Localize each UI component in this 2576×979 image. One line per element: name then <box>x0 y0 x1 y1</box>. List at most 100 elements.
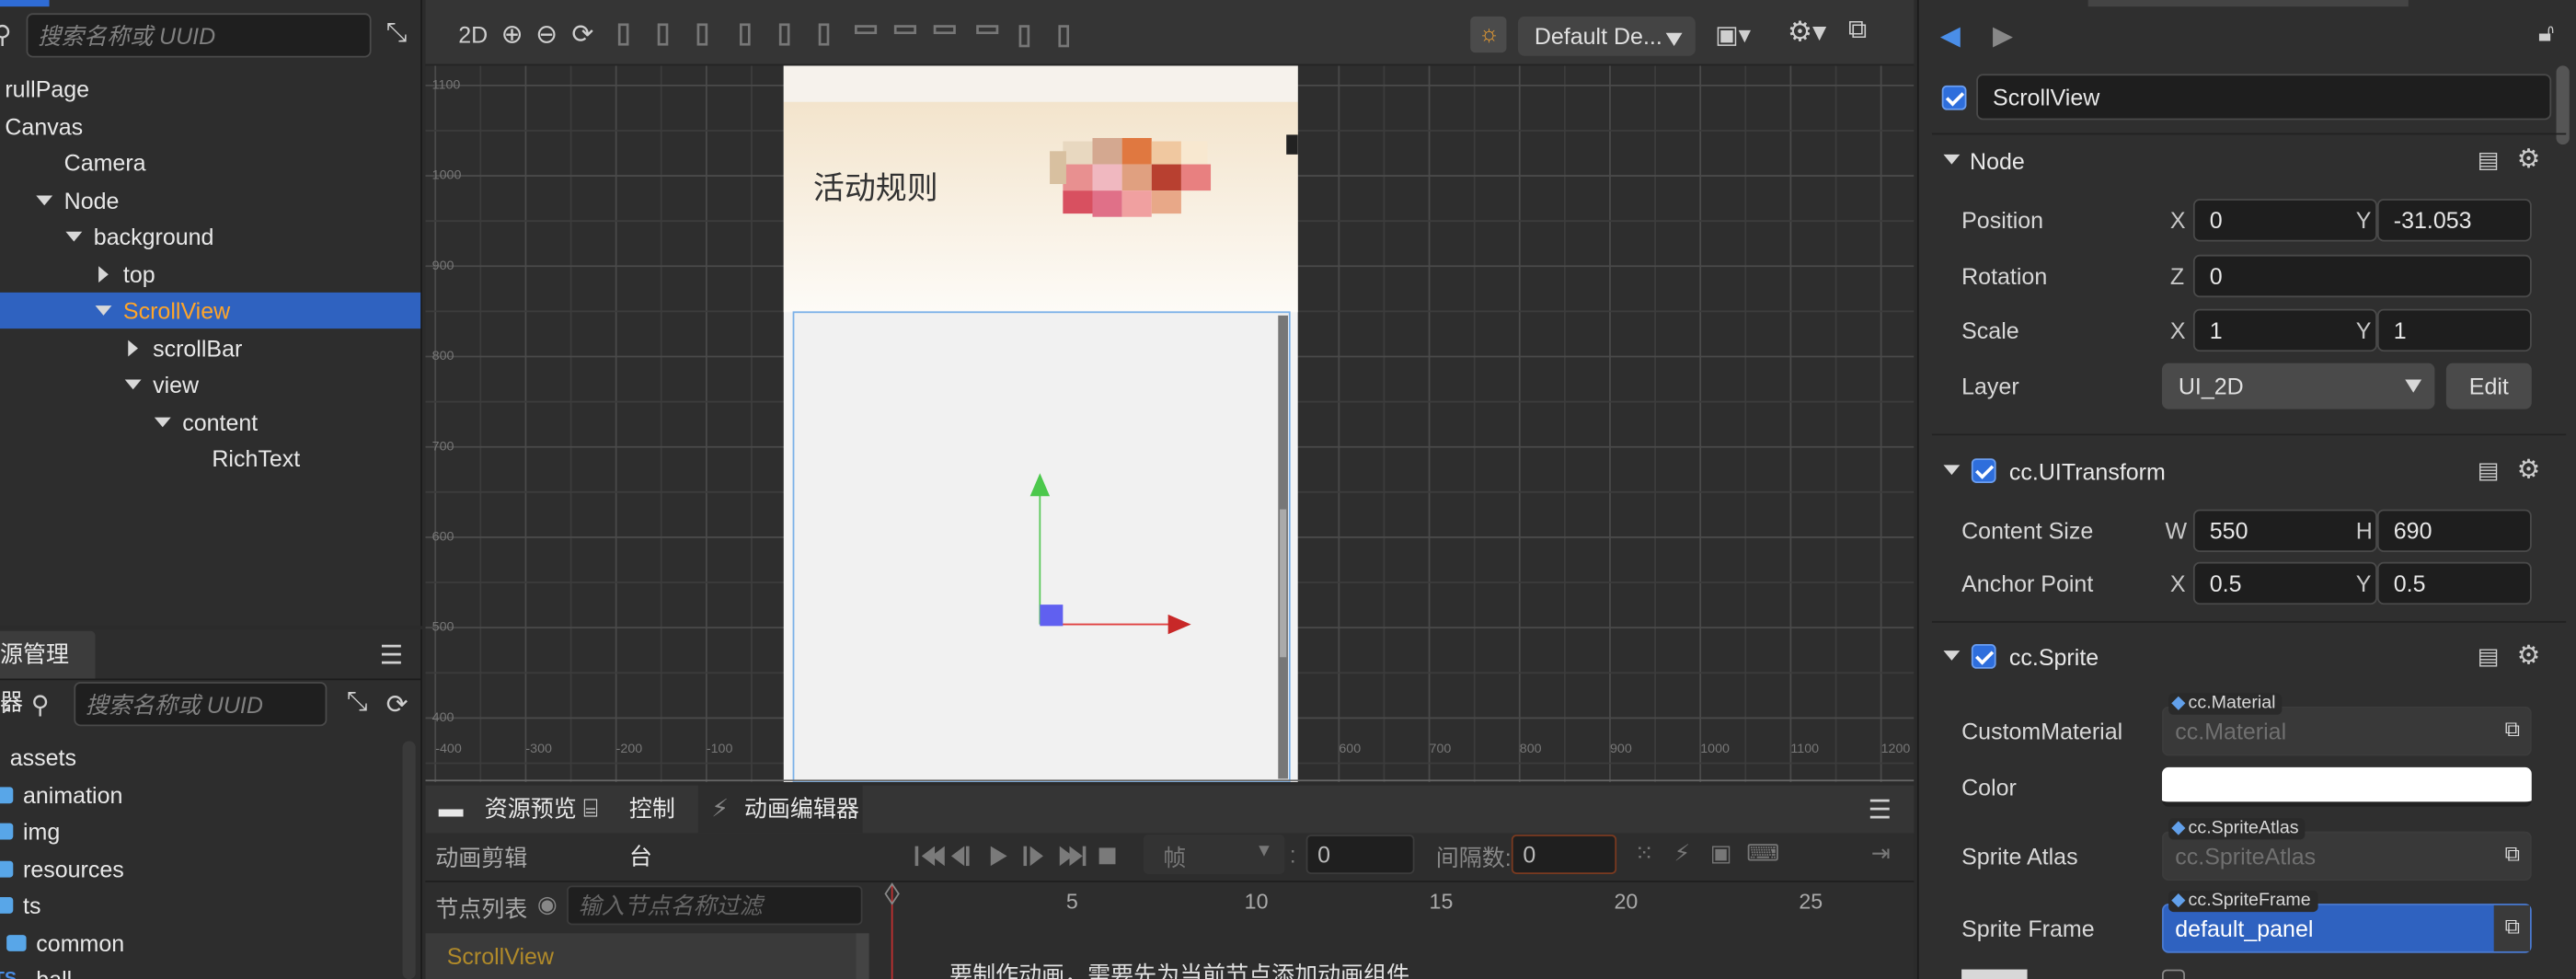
layer-dropdown[interactable]: UI_2D <box>2161 363 2435 409</box>
gear-icon[interactable]: ⚙ <box>2517 639 2541 673</box>
tree-node[interactable]: background <box>0 218 420 254</box>
tab-console[interactable]: ⌸ 控制台 <box>583 786 695 869</box>
align-tools[interactable] <box>613 19 1106 49</box>
tree-node[interactable]: RichText <box>0 441 420 477</box>
sort-icon[interactable]: ⇂ <box>0 690 14 720</box>
chevron-down-icon[interactable] <box>94 293 113 328</box>
asset-item[interactable]: img <box>0 813 401 849</box>
content-width-input[interactable]: 550 <box>2192 509 2377 552</box>
tree-node[interactable]: top <box>0 256 420 292</box>
scale-x-input[interactable]: 1 <box>2192 308 2377 352</box>
chevron-down-icon[interactable] <box>153 403 172 439</box>
anchor-y-input[interactable]: 0.5 <box>2376 561 2532 605</box>
layout-icon[interactable]: ⧉ <box>1848 17 1867 46</box>
layer-edit-button[interactable]: Edit <box>2445 363 2532 409</box>
chevron-right-icon[interactable] <box>94 256 113 292</box>
tab-asset-preview[interactable]: ▬ 资源预览 <box>439 786 581 834</box>
search-type-icon[interactable]: ⚲ <box>31 690 50 720</box>
asset-item[interactable]: common <box>0 924 401 960</box>
lock-icon[interactable]: 🔓︎ <box>2538 19 2554 47</box>
frame-unit-select[interactable]: 帧 ▼ <box>1143 835 1285 874</box>
chevron-down-icon[interactable] <box>123 366 143 402</box>
reset-view-icon[interactable]: ⟳ <box>571 18 593 52</box>
uitransform-enabled-checkbox[interactable] <box>1971 458 1996 483</box>
next-checkbox[interactable] <box>2161 969 2185 979</box>
back-icon[interactable]: ◀ <box>1940 19 1961 52</box>
asset-item[interactable]: assets <box>0 740 401 776</box>
tree-node[interactable]: view <box>0 366 420 402</box>
refresh-icon[interactable]: ⟳ <box>386 688 408 721</box>
tab-assets[interactable]: 源管理器 <box>0 630 96 715</box>
scale-y-input[interactable]: 1 <box>2376 308 2532 352</box>
rotation-z-input[interactable]: 0 <box>2192 254 2532 298</box>
frame-input[interactable]: 0 <box>1305 835 1415 874</box>
camera-dropdown[interactable]: Default De... <box>1517 16 1696 56</box>
node-item-row[interactable]: ScrollView <box>425 933 857 979</box>
menu-icon[interactable]: ☰ <box>1868 793 1892 826</box>
gear-icon[interactable]: ⚙ <box>2517 454 2541 487</box>
position-y-input[interactable]: -31.053 <box>2376 199 2532 242</box>
grid-dots-icon[interactable]: ⁙ <box>1635 839 1654 867</box>
node-active-checkbox[interactable] <box>1941 85 1967 110</box>
gear-icon[interactable]: ⚙▾ <box>1788 17 1826 50</box>
content-height-input[interactable]: 690 <box>2376 509 2532 552</box>
asset-item[interactable]: ts <box>0 887 401 923</box>
pick-icon[interactable]: ⧉ <box>2505 841 2521 868</box>
color-swatch[interactable] <box>2161 766 2532 807</box>
chevron-down-icon[interactable] <box>64 218 84 254</box>
assets-search-input[interactable]: 搜索名称或 UUID <box>74 682 328 727</box>
pick-icon[interactable]: ⧉ <box>2505 717 2521 743</box>
asset-item[interactable]: resources <box>0 850 401 886</box>
node-name-input[interactable]: ScrollView <box>1976 74 2552 121</box>
zoom-out-icon[interactable]: ⊖ <box>535 18 558 52</box>
node-filter-placeholder: 输入节点名称过滤 <box>578 892 763 919</box>
collapse-all-icon[interactable]: ⤡ <box>386 19 408 49</box>
forward-icon[interactable]: ▶ <box>1993 19 2013 52</box>
flash-icon[interactable]: ⚡ <box>1674 839 1691 867</box>
hierarchy-search-input[interactable]: 搜索名称或 UUID <box>26 13 372 58</box>
tree-node[interactable]: content <box>0 403 420 439</box>
asset-item[interactable]: TS ball <box>0 962 401 979</box>
axis-y: Y <box>2355 570 2372 597</box>
node-filter-input[interactable]: 输入节点名称过滤 <box>567 885 863 926</box>
tree-node[interactable]: ScrollView <box>0 292 421 329</box>
help-book-icon[interactable]: ▤ <box>2478 146 2500 174</box>
position-x-input[interactable]: 0 <box>2192 199 2377 242</box>
gear-icon[interactable]: ⚙ <box>2517 143 2541 176</box>
exit-icon[interactable]: ⇥ <box>1871 839 1891 867</box>
tree-node[interactable]: Node <box>0 181 420 217</box>
asset-item[interactable]: animation <box>0 777 401 812</box>
playback-controls[interactable] <box>912 843 1125 870</box>
help-book-icon[interactable]: ▤ <box>2478 642 2500 670</box>
ruler-x-label: -100 <box>707 742 733 756</box>
assets-scrollbar[interactable] <box>402 741 416 979</box>
search-icon[interactable]: ⚲ <box>0 19 11 49</box>
save-icon[interactable]: ▣ <box>1710 839 1732 867</box>
mode-2d-toggle[interactable]: 2D <box>458 21 488 48</box>
keyboard-icon[interactable]: ⌨ <box>1746 839 1779 867</box>
chevron-right-icon[interactable] <box>123 329 143 365</box>
scene-viewport[interactable]: 1100 1000 900 800 700 600 500 400 -400 -300 -200 -1… <box>425 65 1915 782</box>
zoom-in-icon[interactable]: ⊕ <box>501 18 523 52</box>
anchor-x-input[interactable]: 0.5 <box>2192 561 2377 605</box>
tree-node[interactable]: rullPage <box>0 71 420 107</box>
lighting-toggle[interactable]: ☼ <box>1470 16 1507 53</box>
menu-icon[interactable]: ☰ <box>379 639 403 673</box>
pick-icon[interactable]: ⧉ <box>2505 914 2521 940</box>
interval-input[interactable]: 0 <box>1511 835 1617 874</box>
collapse-icon[interactable]: ⤡ <box>347 688 368 718</box>
uitransform-section-header[interactable]: cc.UITransform ▤ ⚙ <box>1919 445 2576 495</box>
scene-editor[interactable]: 2D ⊕ ⊖ ⟳ ☼ Default De... ▣▾ ⚙▾ ⧉ 1100 10… <box>425 0 1915 782</box>
tree-node[interactable]: Canvas <box>0 108 420 144</box>
camera-icon[interactable]: ▣▾ <box>1715 19 1751 49</box>
node-section-header[interactable]: Node ▤ ⚙ <box>1919 134 2576 184</box>
tree-node[interactable]: Camera <box>0 144 420 180</box>
tree-node[interactable]: scrollBar <box>0 329 420 365</box>
sprite-section-header[interactable]: cc.Sprite ▤ ⚙ <box>1919 631 2576 681</box>
sprite-enabled-checkbox[interactable] <box>1971 643 1996 669</box>
help-book-icon[interactable]: ▤ <box>2478 456 2500 484</box>
eye-icon[interactable]: ◉ <box>537 891 558 918</box>
tab-animation-editor[interactable]: ⚡ 动画编辑器 <box>697 785 863 834</box>
chevron-down-icon[interactable] <box>34 181 53 217</box>
node-list-scrollbar[interactable] <box>856 933 869 979</box>
